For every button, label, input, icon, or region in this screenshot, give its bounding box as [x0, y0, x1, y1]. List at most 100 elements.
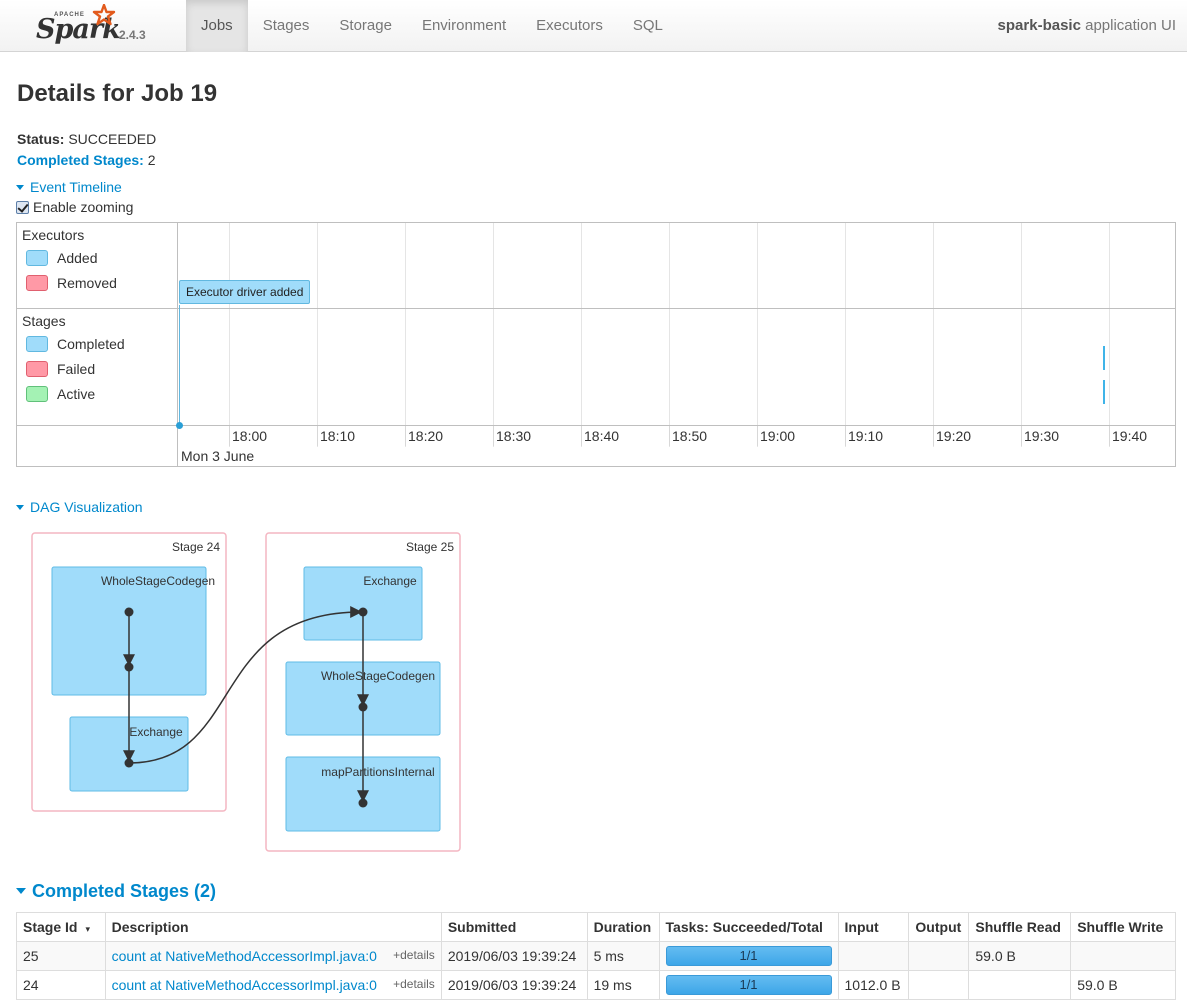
tab-stages[interactable]: Stages — [248, 0, 325, 52]
legend-added: Added — [26, 250, 97, 266]
dag-rdd-dot[interactable] — [358, 607, 368, 617]
timeline-gridline — [669, 223, 670, 447]
completed-swatch — [26, 336, 48, 352]
timeline-tick-label: 18:00 — [232, 428, 268, 444]
tasks-progress-bar: 1/1 — [665, 946, 832, 966]
enable-zooming-checkbox[interactable] — [16, 200, 29, 214]
executors-group-title: Executors — [22, 227, 85, 243]
timeline-tick-label: 18:20 — [408, 428, 444, 444]
column-header-shuffle-write[interactable]: Shuffle Write — [1070, 912, 1176, 942]
tab-executors[interactable]: Executors — [521, 0, 618, 52]
failed-swatch — [26, 361, 48, 377]
timeline-tick-mark — [933, 426, 934, 446]
event-timeline-label: Event Timeline — [30, 179, 122, 195]
description-cell: count at NativeMethodAccessorImpl.java:0… — [104, 941, 442, 971]
tab-sql[interactable]: SQL — [618, 0, 678, 52]
dag-rdd-dot[interactable] — [358, 798, 368, 808]
legend-failed-label: Failed — [57, 361, 96, 377]
column-header-submitted[interactable]: Submitted — [440, 912, 588, 942]
dag-rdd-dot[interactable] — [124, 758, 134, 768]
completed-stages-link[interactable]: Completed Stages: — [17, 152, 144, 168]
legend-removed: Removed — [26, 275, 117, 291]
caret-down-icon — [16, 504, 24, 510]
navbar: APACHE Spark 2.4.3 Jobs Stages Storage E… — [0, 0, 1187, 52]
timeline-tick-mark — [845, 426, 846, 446]
dag-node-wholestagecodegen-25-label: WholeStageCodegen — [321, 669, 435, 683]
column-header-duration[interactable]: Duration — [586, 912, 660, 942]
page-title: Details for Job 19 — [17, 80, 218, 107]
executor-added-marker — [179, 305, 180, 426]
timeline-gridline — [757, 223, 758, 447]
legend-active: Active — [26, 386, 95, 402]
dag-node-mappartitionsinternal-25-label: mapPartitionsInternal — [321, 765, 434, 779]
table-header-row: Stage Id ▾ Description Submitted Duration… — [16, 912, 1176, 942]
timeline-tick-label: 18:10 — [320, 428, 356, 444]
column-header-input[interactable]: Input — [837, 912, 910, 942]
enable-zooming-label: Enable zooming — [33, 199, 134, 215]
dag-rdd-dot[interactable] — [124, 607, 134, 617]
timeline-tick-label: 19:40 — [1112, 428, 1148, 444]
submitted-cell: 2019/06/03 19:39:24 — [440, 941, 588, 971]
dag-visualization-toggle[interactable]: DAG Visualization — [16, 499, 143, 515]
completed-stages-toggle[interactable]: Completed Stages (2) — [16, 881, 216, 902]
details-toggle[interactable]: +details — [393, 977, 435, 991]
timeline-gridline — [1021, 223, 1022, 447]
legend-failed: Failed — [26, 361, 95, 377]
stage-id-cell: 25 — [16, 941, 106, 971]
executor-added-event[interactable]: Executor driver added — [179, 280, 311, 304]
timeline-gridline — [581, 223, 582, 447]
stage-id-cell: 24 — [16, 970, 106, 1000]
completed-stages-header: Completed Stages (2) — [32, 881, 217, 901]
input-cell: 1012.0 B — [837, 970, 910, 1000]
column-header-shuffle-read[interactable]: Shuffle Read — [968, 912, 1072, 942]
table-row: 25 count at NativeMethodAccessorImpl.jav… — [16, 941, 1176, 971]
stage-24-label: Stage 24 — [172, 540, 220, 554]
legend-removed-label: Removed — [57, 275, 117, 291]
timeline-gridline — [845, 223, 846, 447]
dag-rdd-dot[interactable] — [358, 702, 368, 712]
duration-cell: 5 ms — [586, 941, 660, 971]
timeline-tick-label: 19:00 — [760, 428, 796, 444]
shuffle-read-cell: 59.0 B — [968, 941, 1072, 971]
timeline-tick-mark — [1109, 426, 1110, 446]
timeline-tick-mark — [669, 426, 670, 446]
stage-24-bar[interactable] — [1103, 380, 1105, 404]
event-timeline-toggle[interactable]: Event Timeline — [16, 179, 122, 195]
column-header-tasks[interactable]: Tasks: Succeeded/Total — [658, 912, 839, 942]
timeline-gridline — [493, 223, 494, 447]
caret-down-icon — [16, 184, 24, 190]
stages-group-title: Stages — [22, 313, 66, 329]
table-row: 24 count at NativeMethodAccessorImpl.jav… — [16, 970, 1176, 1000]
tab-environment[interactable]: Environment — [407, 0, 521, 52]
output-cell — [908, 941, 970, 971]
stage-description-link[interactable]: count at NativeMethodAccessorImpl.java:0 — [112, 948, 377, 964]
dag-rdd-dot[interactable] — [124, 662, 134, 672]
tab-jobs[interactable]: Jobs — [186, 0, 248, 52]
dag-node-wholestagecodegen-24-label: WholeStageCodegen — [101, 574, 215, 588]
spark-logo[interactable]: APACHE Spark 2.4.3 — [36, 4, 146, 48]
stage-25-bar[interactable] — [1103, 346, 1105, 370]
legend-completed: Completed — [26, 336, 125, 352]
details-toggle[interactable]: +details — [393, 948, 435, 962]
timeline-tick-mark — [229, 426, 230, 446]
spark-version: 2.4.3 — [119, 28, 146, 42]
timeline-tick-label: 18:50 — [672, 428, 708, 444]
column-header-output[interactable]: Output — [908, 912, 970, 942]
sort-desc-icon: ▾ — [85, 924, 90, 934]
timeline-tick-label: 19:10 — [848, 428, 884, 444]
timeline-gridline — [405, 223, 406, 447]
event-timeline[interactable]: Executors Added Removed Stages Completed… — [16, 222, 1176, 467]
executor-added-dot[interactable] — [176, 422, 183, 429]
timeline-tick-mark — [493, 426, 494, 446]
stage-description-link[interactable]: count at NativeMethodAccessorImpl.java:0 — [112, 977, 377, 993]
timeline-tick-label: 19:20 — [936, 428, 972, 444]
nav-tabs: Jobs Stages Storage Environment Executor… — [186, 0, 678, 52]
app-name: spark-basic — [997, 17, 1081, 34]
tab-storage[interactable]: Storage — [324, 0, 407, 52]
status-value: SUCCEEDED — [68, 131, 157, 147]
timeline-gridline — [229, 223, 230, 447]
timeline-tick-mark — [1021, 426, 1022, 446]
column-header-stage-id[interactable]: Stage Id ▾ — [16, 912, 106, 942]
column-header-description[interactable]: Description — [104, 912, 442, 942]
shuffle-write-cell: 59.0 B — [1070, 970, 1176, 1000]
